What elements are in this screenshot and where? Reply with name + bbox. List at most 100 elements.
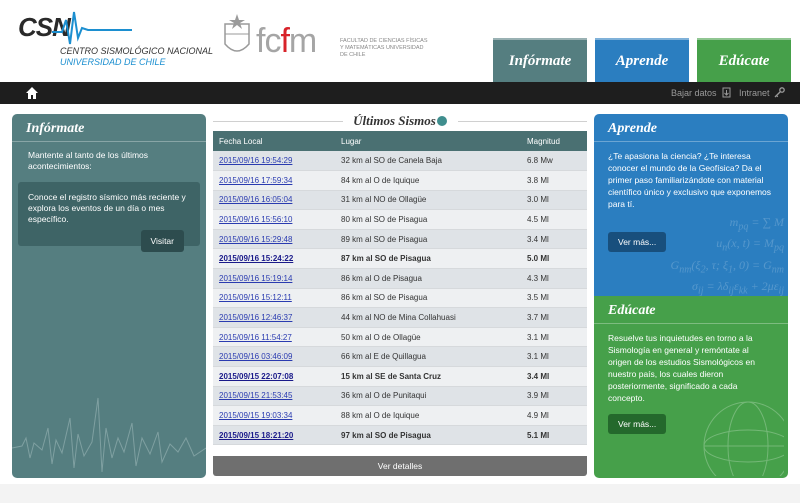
row-lugar: 84 km al O de Iquique [335,170,521,191]
row-magnitud: 3.5 Ml [521,288,587,309]
row-fecha-link[interactable]: 2015/09/16 11:54:27 [213,327,335,348]
educate-panel-title: Edúcate [594,296,788,324]
intranet-link[interactable]: Intranet [739,87,785,98]
row-fecha-link[interactable]: 2015/09/16 15:24:22 [213,248,335,270]
fcfm-logo[interactable]: fcfm FACULTAD DE CIENCIAS FÍSICAS Y MATE… [222,12,432,68]
row-lugar: 50 km al O de Ollagüe [335,327,521,348]
sismos-table-wrap: Fecha Local Lugar Magnitud 2015/09/16 19… [213,131,587,446]
table-row[interactable]: 2015/09/16 15:56:10 80 km al SO de Pisagu… [213,209,587,230]
title-rule-left [213,121,343,122]
row-lugar: 32 km al SO de Canela Baja [335,151,521,172]
row-lugar: 86 km al SO de Pisagua [335,288,521,309]
row-fecha-link[interactable]: 2015/09/16 17:59:34 [213,170,335,191]
row-lugar: 88 km al O de Iquique [335,405,521,426]
table-row[interactable]: 2015/09/15 19:03:34 88 km al O de Iquique… [213,405,587,426]
fcfm-wordmark: fcfm [256,22,317,60]
informate-box-text: Conoce el registro sísmico más reciente … [28,192,186,224]
csn-logo[interactable]: CSN CENTRO SISMOLÓGICO NACIONAL UNIVERSI… [18,10,213,72]
row-magnitud: 3.7 Ml [521,307,587,328]
ultimos-sismos-title-text: Últimos Sismos [353,113,436,128]
row-magnitud: 3.4 Ml [521,229,587,250]
row-lugar: 89 km al SO de Pisagua [335,229,521,250]
row-magnitud: 4.9 Ml [521,405,587,426]
table-row[interactable]: 2015/09/16 19:54:29 32 km al SO de Canela… [213,151,587,172]
table-row[interactable]: 2015/09/16 03:46:09 66 km al E de Quillag… [213,346,587,368]
university-seal-icon [224,14,250,52]
row-fecha-link[interactable]: 2015/09/16 12:46:37 [213,307,335,328]
row-magnitud: 5.1 Ml [521,425,587,446]
sismos-table-body: 2015/09/16 19:54:29 32 km al SO de Canela… [213,151,587,446]
row-lugar: 44 km al NO de Mina Collahuasi [335,307,521,328]
row-fecha-link[interactable]: 2015/09/16 15:29:48 [213,229,335,250]
table-row[interactable]: 2015/09/16 16:05:04 31 km al NO de Ollagü… [213,190,587,211]
aprende-panel-text: ¿Te apasiona la ciencia? ¿Te interesa co… [608,151,772,209]
row-magnitud: 3.8 Ml [521,170,587,191]
row-magnitud: 3.1 Ml [521,327,587,348]
table-row[interactable]: 2015/09/16 12:46:37 44 km al NO de Mina C… [213,307,587,328]
download-icon [722,87,731,98]
educate-ver-mas-button[interactable]: Ver más... [608,414,667,434]
informate-button[interactable]: Infórmate [493,38,587,82]
aprende-ver-mas-button[interactable]: Ver más... [608,232,667,252]
row-fecha-link[interactable]: 2015/09/15 18:21:20 [213,425,335,446]
row-fecha-link[interactable]: 2015/09/16 03:46:09 [213,346,335,368]
table-row[interactable]: 2015/09/15 22:07:08 15 km al SE de Santa … [213,366,587,387]
table-row[interactable]: 2015/09/16 15:29:48 89 km al SO de Pisagu… [213,229,587,250]
aprende-button[interactable]: Aprende [595,38,689,82]
csn-university: UNIVERSIDAD DE CHILE [60,57,166,67]
nav-bar: Bajar datos Intranet [0,82,800,104]
row-magnitud: 4.3 Ml [521,268,587,289]
seismic-wave-icon [52,11,132,45]
row-lugar: 80 km al SO de Pisagua [335,209,521,230]
table-row[interactable]: 2015/09/16 17:59:34 84 km al O de Iquique… [213,170,587,191]
informate-box: Conoce el registro sísmico más reciente … [18,182,200,252]
row-fecha-link[interactable]: 2015/09/16 15:56:10 [213,209,335,230]
informate-panel: Infórmate Mantente al tanto de los últim… [12,114,206,478]
row-lugar: 87 km al SO de Pisagua [335,248,521,270]
page-footer-strip [0,484,800,503]
educate-panel: Edúcate Resuelve tus inquietudes en torn… [594,296,788,478]
math-formula-decoration: mpq = ∑ Mun(x, t) = Mpq Gnm(ξ2, τ; ξ1, 0)… [670,215,784,296]
home-icon[interactable] [25,86,39,100]
row-fecha-link[interactable]: 2015/09/15 22:07:08 [213,366,335,387]
table-row[interactable]: 2015/09/15 18:21:20 97 km al SO de Pisagu… [213,425,587,446]
table-row[interactable]: 2015/09/15 21:53:45 36 km al O de Punitaq… [213,386,587,407]
fcfm-faculty-name: FACULTAD DE CIENCIAS FÍSICAS Y MATEMÁTIC… [340,38,428,58]
table-row[interactable]: 2015/09/16 15:12:11 86 km al SO de Pisagu… [213,288,587,309]
key-icon [774,87,785,98]
educate-button[interactable]: Edúcate [697,38,791,82]
aprende-panel-title: Aprende [594,114,788,142]
bajar-datos-label: Bajar datos [671,87,717,98]
row-fecha-link[interactable]: 2015/09/16 15:19:14 [213,268,335,289]
header-fecha: Fecha Local [213,131,335,151]
row-fecha-link[interactable]: 2015/09/16 15:12:11 [213,288,335,309]
visitar-button[interactable]: Visitar [140,230,184,252]
row-magnitud: 3.9 Ml [521,386,587,407]
table-row[interactable]: 2015/09/16 15:19:14 86 km al O de Pisagua… [213,268,587,289]
row-magnitud: 3.0 Ml [521,190,587,211]
title-circle-icon [436,116,447,126]
header-lugar: Lugar [335,131,521,151]
row-lugar: 31 km al NO de Ollagüe [335,190,521,211]
table-row[interactable]: 2015/09/16 11:54:27 50 km al O de Ollagüe… [213,327,587,348]
bajar-datos-link[interactable]: Bajar datos [671,87,732,98]
informate-panel-text: Mantente al tanto de los últimos acontec… [28,150,149,171]
row-lugar: 66 km al E de Quillagua [335,346,521,368]
row-fecha-link[interactable]: 2015/09/16 19:54:29 [213,151,335,172]
title-rule-right [458,121,587,122]
globe-decoration [703,401,784,476]
row-magnitud: 4.5 Ml [521,209,587,230]
row-fecha-link[interactable]: 2015/09/15 19:03:34 [213,405,335,426]
intranet-label: Intranet [739,87,770,98]
row-magnitud: 3.4 Ml [521,366,587,387]
ver-detalles-button[interactable]: Ver detalles [213,456,587,476]
table-row[interactable]: 2015/09/16 15:24:22 87 km al SO de Pisagu… [213,248,587,270]
row-lugar: 97 km al SO de Pisagua [335,425,521,446]
csn-name: CENTRO SISMOLÓGICO NACIONAL [60,46,214,56]
row-magnitud: 3.1 Ml [521,346,587,368]
row-magnitud: 5.0 Ml [521,248,587,270]
row-fecha-link[interactable]: 2015/09/15 21:53:45 [213,386,335,407]
row-lugar: 36 km al O de Punitaqui [335,386,521,407]
row-fecha-link[interactable]: 2015/09/16 16:05:04 [213,190,335,211]
row-magnitud: 6.8 Mw [521,151,587,172]
